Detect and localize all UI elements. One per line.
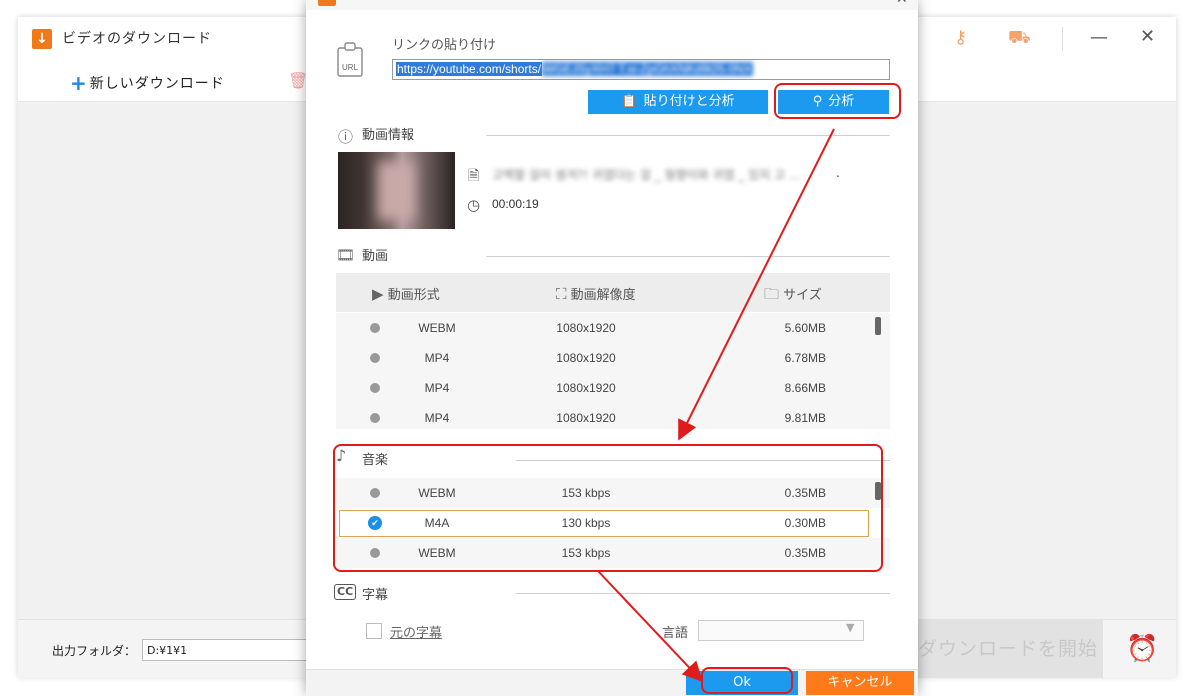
paste-and-analyze-label: 貼り付けと分析 xyxy=(643,94,735,109)
svg-text:URL: URL xyxy=(342,63,359,72)
output-folder-field[interactable]: D:¥1¥1 xyxy=(142,639,312,661)
radio-unselected[interactable] xyxy=(370,413,380,423)
language-select[interactable] xyxy=(698,620,864,641)
dialog-title-bar: ✕ xyxy=(306,0,918,10)
column-size: 🗀 サイズ xyxy=(764,285,822,303)
chevron-down-icon: ▼ xyxy=(846,621,855,634)
clock-icon: ◷ xyxy=(467,196,481,214)
video-row[interactable]: MP4 1080x1920 6.78MB xyxy=(336,343,876,373)
close-icon[interactable]: ✕ xyxy=(1140,26,1155,47)
dialog-close-icon[interactable]: ✕ xyxy=(896,0,908,7)
thumbnail-blur xyxy=(378,162,414,220)
video-info-title: 動画情報 xyxy=(362,128,415,143)
info-icon: ⓘ xyxy=(338,128,354,146)
output-folder-label: 出力フォルダ： xyxy=(52,644,137,658)
app-title: ビデオのダウンロード xyxy=(62,31,212,47)
annotation-highlight-ok xyxy=(701,667,793,694)
video-row[interactable]: MP4 1080x1920 9.81MB xyxy=(336,403,876,429)
folder-icon: 🗀 xyxy=(764,285,780,303)
row-size: 6.78MB xyxy=(784,351,826,365)
paste-and-analyze-button[interactable]: 📋 貼り付けと分析 xyxy=(588,90,768,114)
column-format: ▶ 動画形式 xyxy=(372,285,440,303)
row-resolution: 1080x1920 xyxy=(556,351,616,365)
resolution-icon: ⛶ xyxy=(556,285,567,303)
section-divider xyxy=(516,593,890,594)
row-resolution: 1080x1920 xyxy=(556,381,616,395)
alarm-clock-icon[interactable]: ⏰ xyxy=(1126,634,1158,664)
url-text: https://youtube.com/shorts/ xyxy=(396,62,543,76)
row-resolution: 1080x1920 xyxy=(556,411,616,425)
original-subtitle-checkbox[interactable] xyxy=(366,623,382,639)
original-subtitle-link[interactable]: 元の字幕 xyxy=(390,622,442,641)
toolbar-divider xyxy=(1062,27,1063,51)
video-section-title: 動画 xyxy=(362,249,389,264)
video-duration: 00:00:19 xyxy=(492,197,539,211)
plus-icon: + xyxy=(70,71,88,95)
cart-icon[interactable]: ⛟ xyxy=(1008,27,1031,51)
row-resolution: 1080x1920 xyxy=(556,321,616,335)
new-download-label: 新しいダウンロード xyxy=(89,76,225,92)
video-list-scrollbar[interactable] xyxy=(875,317,881,335)
play-file-icon: ▶ xyxy=(372,285,384,303)
section-divider xyxy=(486,135,890,136)
section-divider xyxy=(486,256,890,257)
cancel-button[interactable]: キャンセル xyxy=(806,671,914,695)
annotation-highlight-music xyxy=(333,444,883,572)
url-input[interactable]: https://youtube.com/shorts/WGEJSyXH7 T.s… xyxy=(392,59,890,80)
video-thumbnail xyxy=(338,152,455,229)
radio-unselected[interactable] xyxy=(370,353,380,363)
start-download-button[interactable]: ダウンロードを開始 xyxy=(898,620,1103,678)
video-row[interactable]: MP4 1080x1920 8.66MB xyxy=(336,373,876,403)
annotation-highlight-analyze xyxy=(774,83,901,119)
row-format: MP4 xyxy=(424,351,450,365)
row-size: 9.81MB xyxy=(784,411,826,425)
radio-unselected[interactable] xyxy=(370,383,380,393)
cc-icon: CC xyxy=(334,584,357,600)
video-table-header: ▶ 動画形式 ⛶ 動画解像度 🗀 サイズ xyxy=(336,273,890,312)
column-resolution: ⛶ 動画解像度 xyxy=(556,285,636,303)
minimize-icon[interactable]: — xyxy=(1090,27,1108,48)
row-format: MP4 xyxy=(424,381,450,395)
row-size: 5.60MB xyxy=(784,321,826,335)
radio-unselected[interactable] xyxy=(370,323,380,333)
video-name: 고백할 걸이 생겨?! 귀엽다는 걸 _ 형향이와 귀엽 _ 있지 고 ... xyxy=(492,168,801,182)
new-download-button[interactable]: + 新しいダウンロード xyxy=(70,71,225,95)
row-size: 8.66MB xyxy=(784,381,826,395)
url-blurred-tail: WGEJSyXH7 T.si-ZpGhXNKd9t25.0NX xyxy=(542,62,753,76)
download-arrow-icon: ↓ xyxy=(32,29,52,49)
video-row[interactable]: WEBM 1080x1920 5.60MB xyxy=(336,313,876,343)
url-clipboard-icon: URL xyxy=(337,42,363,77)
video-format-list: WEBM 1080x1920 5.60MB MP4 1080x1920 6.78… xyxy=(336,313,890,429)
subtitle-section-title: 字幕 xyxy=(362,588,389,603)
row-format: WEBM xyxy=(418,321,456,335)
film-icon: 🎞 xyxy=(336,246,356,264)
paste-link-label: リンクの貼り付け xyxy=(392,38,497,53)
dialog-logo-icon xyxy=(318,0,336,6)
row-format: MP4 xyxy=(424,411,450,425)
language-label: 言語 xyxy=(662,626,689,641)
clipboard-icon: 📋 xyxy=(621,94,638,109)
key-icon[interactable]: ⚷ xyxy=(954,27,967,48)
file-icon: 🗎 xyxy=(468,168,480,184)
video-name-end: . xyxy=(836,166,840,180)
download-dialog: ✕ URL リンクの貼り付け https://youtube.com/short… xyxy=(306,0,918,696)
